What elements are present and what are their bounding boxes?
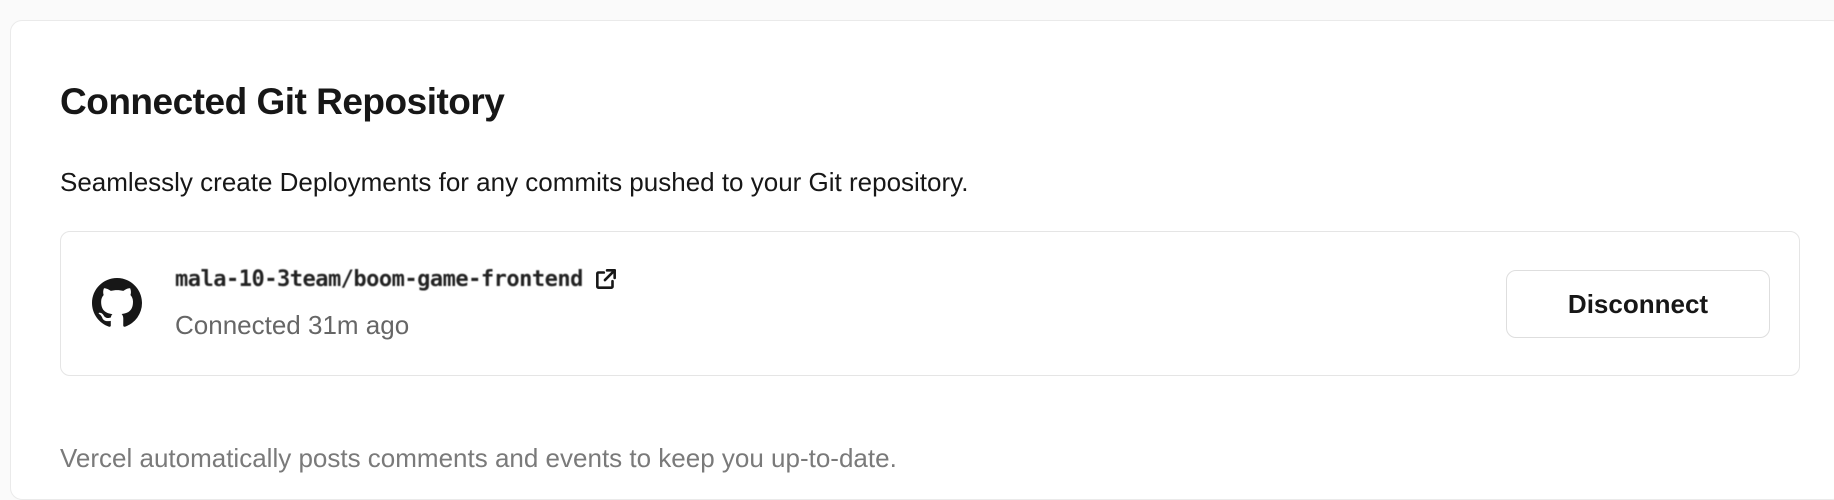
external-link-icon[interactable] (593, 266, 619, 292)
disconnect-button[interactable]: Disconnect (1506, 270, 1770, 338)
connected-repository-panel: mala-10-3team/boom-game-frontend Connect… (60, 231, 1800, 376)
repository-name-link[interactable]: mala-10-3team/boom-game-frontend (175, 267, 583, 292)
connection-status: Connected 31m ago (175, 310, 410, 340)
comments-events-description: Vercel automatically posts comments and … (60, 443, 897, 473)
github-icon (92, 278, 142, 327)
section-description: Seamlessly create Deployments for any co… (60, 167, 969, 197)
section-title: Connected Git Repository (60, 81, 505, 122)
repository-name-row: mala-10-3team/boom-game-frontend (175, 266, 619, 292)
git-settings-card: Connected Git Repository Seamlessly crea… (10, 20, 1834, 500)
